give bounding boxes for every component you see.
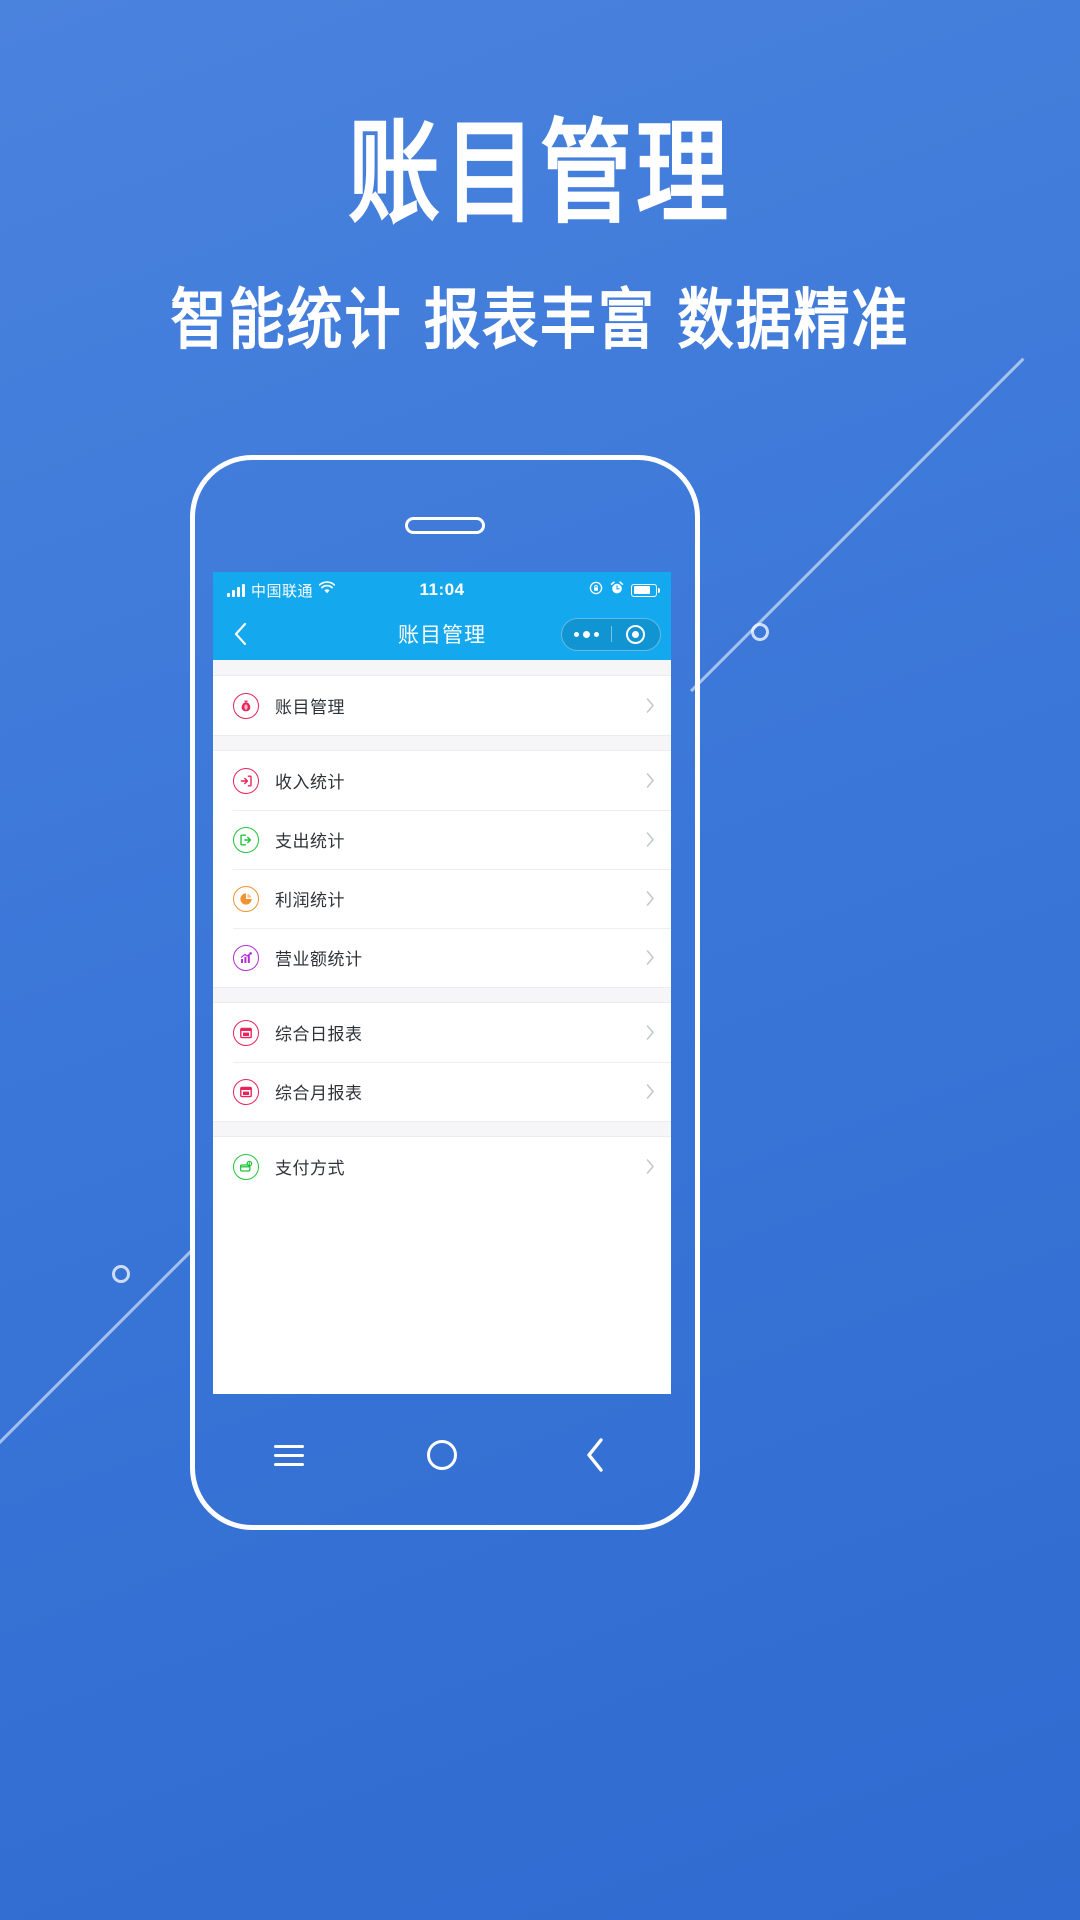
android-menu-button[interactable] xyxy=(257,1423,321,1487)
list-item[interactable]: 支出统计 xyxy=(213,810,671,869)
chevron-left-icon xyxy=(234,623,246,645)
status-bar-time: 11:04 xyxy=(419,580,465,599)
page-subtitle: 智能统计 报表丰富 数据精准 xyxy=(170,282,910,359)
list-item[interactable]: 支付方式 xyxy=(213,1137,671,1196)
signal-bars-icon xyxy=(227,583,245,597)
expense-arrow-icon xyxy=(233,826,259,853)
list-item-label: 利润统计 xyxy=(275,891,345,910)
status-bar: 中国联通 11:04 xyxy=(213,572,671,608)
menu-group-0: 账目管理 xyxy=(213,676,671,735)
list-gap xyxy=(213,735,671,751)
wallet-icon xyxy=(233,1153,259,1180)
chevron-right-icon xyxy=(646,1025,655,1040)
carrier-label: 中国联通 xyxy=(251,582,314,600)
phone-speaker xyxy=(405,517,485,534)
list-item[interactable]: 账目管理 xyxy=(213,676,671,735)
chevron-right-icon xyxy=(646,1084,655,1099)
list-item[interactable]: 综合日报表 xyxy=(213,1003,671,1062)
income-arrow-icon xyxy=(233,767,259,794)
hero-section: 账目管理 智能统计 报表丰富 数据精准 xyxy=(0,0,1080,353)
report-month-icon xyxy=(233,1078,259,1105)
chevron-right-icon xyxy=(646,832,655,847)
phone-frame: 中国联通 11:04 账目管理 账目管理 收入统计 支出统计 利润统计 营业额统… xyxy=(190,455,700,1530)
app-nav-bar: 账目管理 xyxy=(213,608,671,660)
list-item[interactable]: 营业额统计 xyxy=(213,928,671,987)
more-dots-icon xyxy=(573,630,599,638)
list-item[interactable]: 综合月报表 xyxy=(213,1062,671,1121)
list-gap xyxy=(213,987,671,1003)
miniprogram-capsule[interactable] xyxy=(561,617,661,651)
back-button[interactable] xyxy=(223,617,257,651)
android-back-button[interactable] xyxy=(563,1423,627,1487)
list-item-label: 综合日报表 xyxy=(275,1025,363,1044)
phone-screen: 中国联通 11:04 账目管理 账目管理 收入统计 支出统计 利润统计 营业额统… xyxy=(213,572,671,1394)
alarm-clock-icon xyxy=(610,580,624,600)
menu-list: 账目管理 收入统计 支出统计 利润统计 营业额统计 综合日报表 综合月报表 支付… xyxy=(213,660,671,1394)
android-nav-bar xyxy=(213,1407,671,1503)
more-button[interactable] xyxy=(562,630,611,638)
report-day-icon xyxy=(233,1019,259,1046)
money-bag-icon xyxy=(233,692,259,719)
list-item-label: 支出统计 xyxy=(275,832,345,851)
wifi-icon xyxy=(318,581,336,599)
list-gap xyxy=(213,1121,671,1137)
hamburger-menu-icon xyxy=(274,1444,305,1466)
home-circle-icon xyxy=(426,1440,457,1470)
menu-group-1: 收入统计 支出统计 利润统计 营业额统计 xyxy=(213,751,671,987)
trend-chart-icon xyxy=(233,944,259,971)
chevron-left-icon xyxy=(586,1438,603,1472)
chevron-right-icon xyxy=(646,891,655,906)
list-item-label: 综合月报表 xyxy=(275,1084,363,1103)
android-home-button[interactable] xyxy=(410,1423,474,1487)
close-miniprogram-button[interactable] xyxy=(612,624,661,644)
status-bar-right xyxy=(589,580,660,600)
menu-group-3: 支付方式 xyxy=(213,1137,671,1196)
list-item-label: 支付方式 xyxy=(275,1159,345,1178)
pie-chart-icon xyxy=(233,885,259,912)
rotation-lock-icon xyxy=(589,581,603,600)
list-gap xyxy=(213,660,671,676)
target-circle-icon xyxy=(626,624,646,644)
list-item[interactable]: 利润统计 xyxy=(213,869,671,928)
decorative-dot-top-right xyxy=(751,623,769,641)
list-item-label: 营业额统计 xyxy=(275,950,363,969)
nav-title: 账目管理 xyxy=(398,624,486,647)
status-bar-left: 中国联通 xyxy=(227,580,336,601)
decorative-dot-bottom-left xyxy=(112,1265,130,1283)
list-item[interactable]: 收入统计 xyxy=(213,751,671,810)
page-title: 账目管理 xyxy=(347,108,732,239)
menu-group-2: 综合日报表 综合月报表 xyxy=(213,1003,671,1121)
chevron-right-icon xyxy=(646,698,655,713)
battery-icon xyxy=(631,583,660,597)
list-item-label: 收入统计 xyxy=(275,773,345,792)
chevron-right-icon xyxy=(646,950,655,965)
chevron-right-icon xyxy=(646,1159,655,1174)
list-item-label: 账目管理 xyxy=(275,698,345,717)
chevron-right-icon xyxy=(646,773,655,788)
